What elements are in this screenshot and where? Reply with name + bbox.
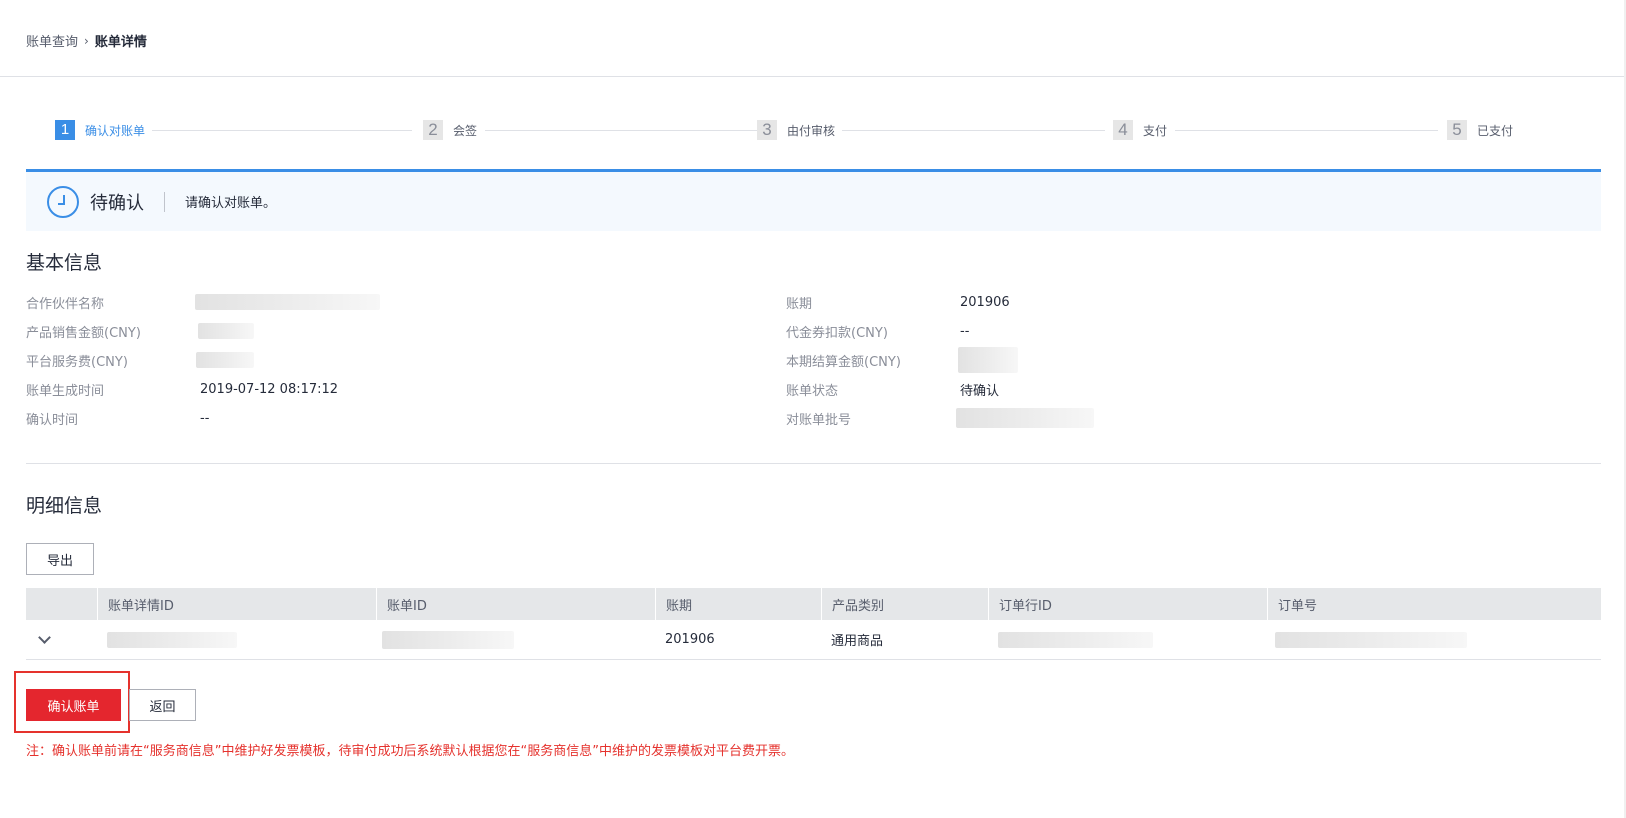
basic-info-title: 基本信息 bbox=[26, 252, 103, 274]
step-label: 已支付 bbox=[1477, 123, 1514, 138]
info-label: 合作伙伴名称 bbox=[26, 296, 105, 312]
redacted-value bbox=[196, 352, 254, 368]
invoice-note: 注：确认账单前请在“服务商信息”中维护好发票模板，待审付成功后系统默认根据您在“… bbox=[26, 744, 794, 759]
step-3: 3 由付审核 bbox=[757, 120, 835, 140]
redacted-value bbox=[956, 408, 1094, 428]
export-button[interactable]: 导出 bbox=[26, 543, 94, 575]
table-cell-detail-id bbox=[97, 620, 376, 659]
info-row-confirm-time: 确认时间 -- bbox=[26, 408, 726, 428]
chevron-down-icon[interactable] bbox=[38, 631, 51, 644]
info-row-bill-status: 账单状态 待确认 bbox=[786, 379, 1486, 399]
clock-icon bbox=[47, 185, 79, 218]
table-row: 201906 通用商品 bbox=[26, 620, 1601, 660]
table-header-expand bbox=[26, 588, 97, 620]
confirm-bill-button[interactable]: 确认账单 bbox=[26, 689, 121, 721]
info-label: 产品销售金额(CNY) bbox=[26, 325, 141, 341]
info-label: 平台服务费(CNY) bbox=[26, 354, 128, 370]
redacted-value bbox=[382, 631, 514, 649]
breadcrumb-current: 账单详情 bbox=[94, 35, 147, 50]
detail-table: 账单详情ID 账单ID 账期 产品类别 订单行ID 订单号 201906 通用商… bbox=[26, 588, 1601, 660]
redacted-value bbox=[195, 294, 380, 310]
table-cell-bill-id bbox=[376, 620, 655, 659]
info-row-voucher: 代金券扣款(CNY) -- bbox=[786, 321, 1486, 341]
info-value: 待确认 bbox=[960, 383, 1000, 399]
redacted-value bbox=[958, 347, 1018, 373]
table-cell-order-line-id bbox=[988, 620, 1267, 659]
step-1: 1 确认对账单 bbox=[55, 120, 145, 140]
info-value: -- bbox=[200, 410, 210, 426]
step-label: 由付审核 bbox=[787, 123, 836, 138]
info-label: 账期 bbox=[786, 296, 813, 312]
info-label: 账单生成时间 bbox=[26, 383, 105, 399]
table-cell-order-no bbox=[1267, 620, 1601, 659]
info-label: 本期结算金额(CNY) bbox=[786, 354, 901, 370]
step-2: 2 会签 bbox=[423, 120, 477, 140]
info-label: 代金券扣款(CNY) bbox=[786, 325, 888, 341]
info-row-platform-fee: 平台服务费(CNY) bbox=[26, 350, 726, 370]
step-number: 5 bbox=[1447, 120, 1467, 140]
step-connector bbox=[1175, 130, 1438, 131]
step-connector bbox=[152, 130, 412, 131]
detail-info-title: 明细信息 bbox=[26, 495, 103, 517]
table-cell-period: 201906 bbox=[665, 632, 715, 647]
info-row-settlement-amount: 本期结算金额(CNY) bbox=[786, 347, 1486, 373]
step-connector bbox=[842, 130, 1105, 131]
breadcrumb-parent-link[interactable]: 账单查询 bbox=[26, 31, 78, 50]
step-connector bbox=[485, 130, 760, 131]
status-divider bbox=[164, 191, 165, 212]
table-cell-category: 通用商品 bbox=[831, 634, 884, 649]
breadcrumb: 账单查询 › 账单详情 bbox=[26, 31, 147, 51]
status-description: 请确认对账单。 bbox=[185, 196, 277, 211]
info-value: -- bbox=[960, 323, 970, 339]
info-label: 对账单批号 bbox=[786, 412, 852, 428]
table-header-cell: 产品类别 bbox=[821, 588, 988, 620]
step-number: 2 bbox=[423, 120, 443, 140]
info-row-batch-no: 对账单批号 bbox=[786, 408, 1486, 428]
section-divider bbox=[26, 463, 1601, 464]
table-header-cell: 账单详情ID bbox=[97, 588, 376, 620]
header-divider bbox=[0, 76, 1626, 77]
redacted-value bbox=[998, 632, 1153, 648]
step-number: 1 bbox=[55, 120, 75, 140]
redacted-value bbox=[1275, 632, 1467, 648]
info-label: 确认时间 bbox=[26, 412, 79, 428]
info-value: 201906 bbox=[960, 294, 1010, 310]
table-header-cell: 订单行ID bbox=[988, 588, 1267, 620]
progress-steps: 1 确认对账单 2 会签 3 由付审核 4 支付 5 已支付 bbox=[55, 120, 1575, 142]
step-5: 5 已支付 bbox=[1447, 120, 1513, 140]
info-row-generated-time: 账单生成时间 2019-07-12 08:17:12 bbox=[26, 379, 726, 399]
step-label: 会签 bbox=[453, 123, 478, 138]
row-expand-toggle[interactable] bbox=[26, 620, 97, 659]
info-value: 2019-07-12 08:17:12 bbox=[200, 381, 339, 397]
back-button[interactable]: 返回 bbox=[129, 689, 196, 721]
redacted-value bbox=[107, 632, 237, 648]
info-row-partner-name: 合作伙伴名称 bbox=[26, 292, 726, 312]
info-row-period: 账期 201906 bbox=[786, 292, 1486, 312]
info-row-sales-amount: 产品销售金额(CNY) bbox=[26, 321, 726, 341]
step-label: 支付 bbox=[1143, 123, 1168, 138]
table-header: 账单详情ID 账单ID 账期 产品类别 订单行ID 订单号 bbox=[26, 588, 1601, 620]
step-4: 4 支付 bbox=[1113, 120, 1167, 140]
step-number: 4 bbox=[1113, 120, 1133, 140]
status-banner: 待确认 请确认对账单。 bbox=[26, 169, 1601, 231]
table-header-cell: 账单ID bbox=[376, 588, 655, 620]
redacted-value bbox=[198, 323, 254, 339]
info-label: 账单状态 bbox=[786, 383, 839, 399]
step-label: 确认对账单 bbox=[85, 123, 146, 138]
status-title: 待确认 bbox=[90, 192, 144, 214]
table-header-cell: 订单号 bbox=[1267, 588, 1601, 620]
breadcrumb-separator: › bbox=[84, 33, 89, 48]
step-number: 3 bbox=[757, 120, 777, 140]
table-header-cell: 账期 bbox=[655, 588, 821, 620]
